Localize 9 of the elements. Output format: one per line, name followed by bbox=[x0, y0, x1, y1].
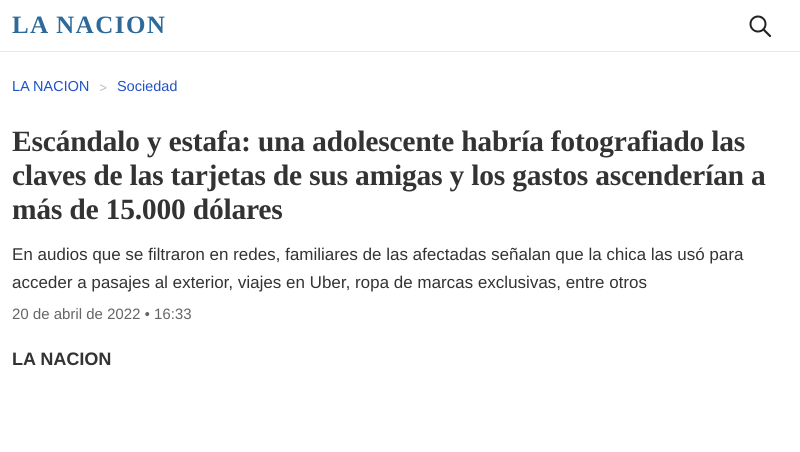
search-icon[interactable] bbox=[748, 14, 772, 38]
author-name: LA NACION bbox=[12, 349, 112, 370]
breadcrumb-link[interactable]: Sociedad bbox=[116, 79, 178, 95]
breadcrumb-link[interactable]: LA NACION bbox=[12, 79, 90, 95]
article-summary: En audios que se filtraron en redes, familiares de las afectadas señalan que la chica las usó para acceder a pasajes al exterior, viajes en Uber, ropa de marcas exclusivas, entre otros bbox=[12, 244, 744, 294]
site-logo[interactable]: LA NACION bbox=[12, 12, 166, 40]
breadcrumb-separator: > bbox=[99, 80, 107, 94]
publish-date: 20 de abril de 2022 • 16:33 bbox=[12, 306, 193, 323]
article-headline: Escándalo y estafa: una adolescente habría fotografiado las claves de las tarjetas de sus amigas y los gastos ascenderían a más de 15.000 dólares bbox=[12, 125, 767, 227]
